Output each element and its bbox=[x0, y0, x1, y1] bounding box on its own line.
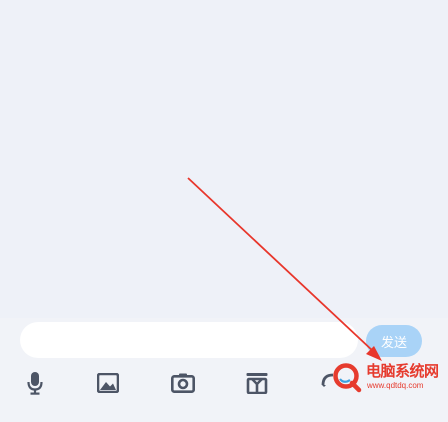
gift-icon bbox=[246, 373, 268, 394]
gift-button[interactable] bbox=[244, 370, 270, 396]
voice-button[interactable] bbox=[22, 370, 48, 396]
emoji-icon bbox=[321, 373, 334, 387]
album-button[interactable] bbox=[95, 370, 121, 396]
send-button[interactable]: 发送 bbox=[366, 325, 422, 357]
image-icon bbox=[97, 373, 119, 393]
microphone-icon bbox=[27, 372, 43, 395]
message-input[interactable] bbox=[20, 322, 358, 358]
camera-icon bbox=[171, 373, 195, 393]
emoji-button[interactable] bbox=[318, 370, 344, 396]
camera-button[interactable] bbox=[170, 370, 196, 396]
chat-message-area bbox=[0, 0, 448, 318]
